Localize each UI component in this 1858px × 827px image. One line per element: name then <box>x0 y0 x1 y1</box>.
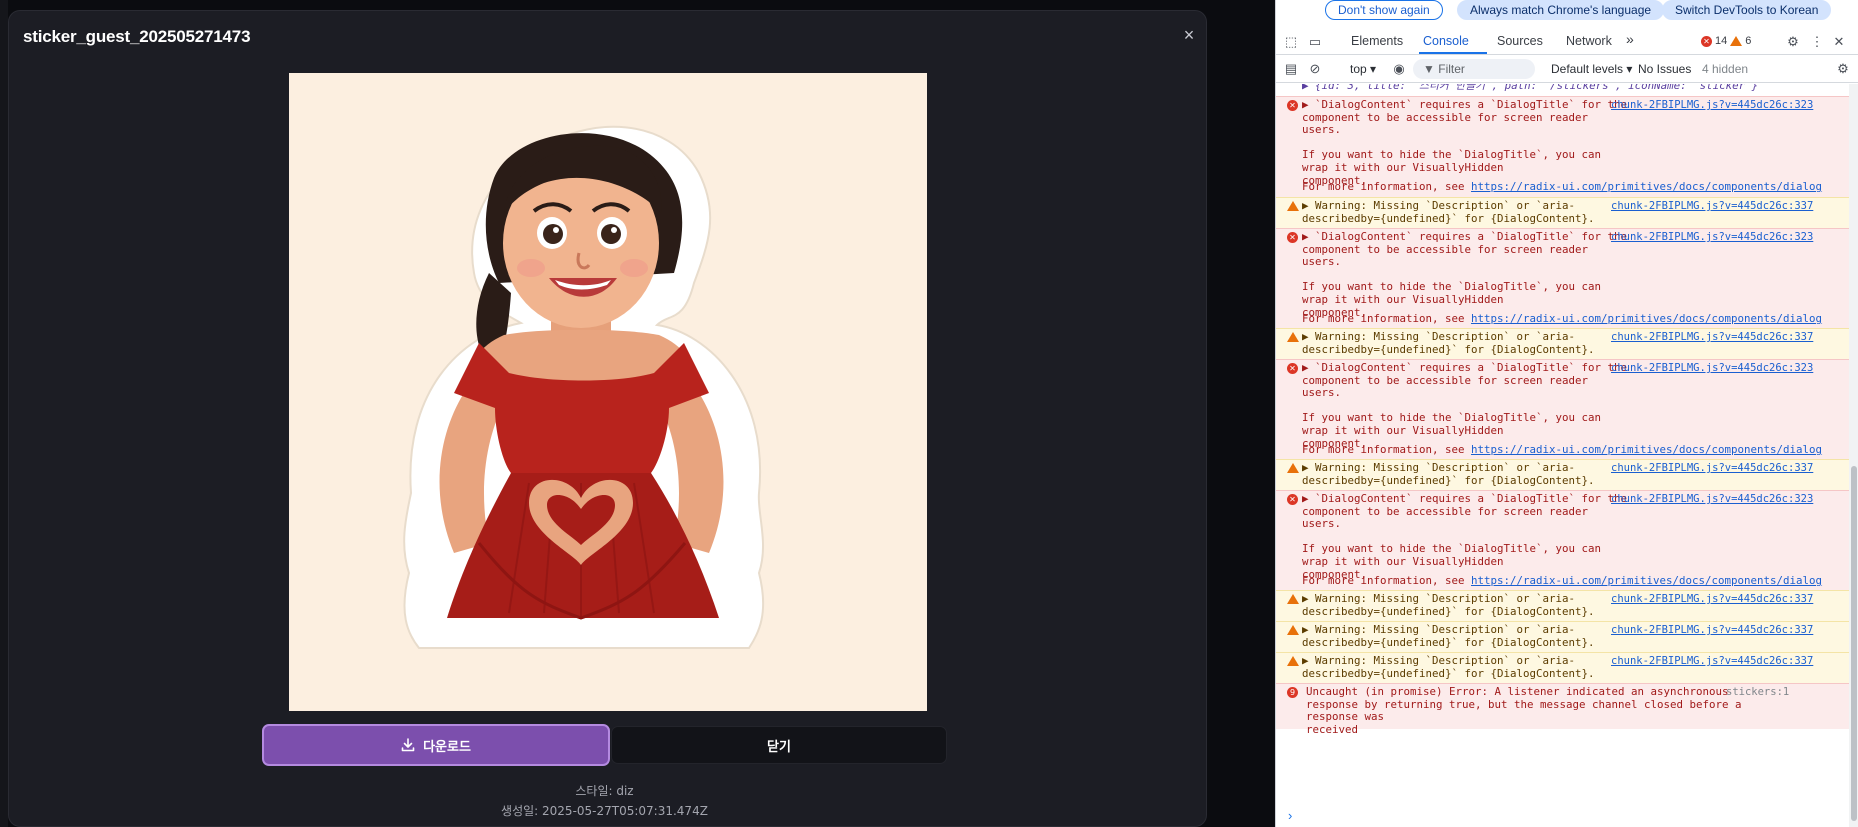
docs-link[interactable]: https://radix-ui.com/primitives/docs/com… <box>1471 312 1822 325</box>
always-match-language-button[interactable]: Always match Chrome's language <box>1457 0 1665 20</box>
warning-icon <box>1287 625 1299 635</box>
sidebar-toggle-icon[interactable]: ▤ <box>1282 60 1300 78</box>
docs-link[interactable]: https://radix-ui.com/primitives/docs/com… <box>1471 443 1822 456</box>
download-label: 다운로드 <box>423 738 471 754</box>
warning-icon <box>1287 201 1299 211</box>
active-tab-indicator <box>1419 52 1487 54</box>
console-warning[interactable]: ▶ Warning: Missing `Description` or `ari… <box>1276 590 1849 621</box>
download-icon <box>401 738 415 752</box>
settings-gear-icon[interactable]: ⚙ <box>1784 33 1802 51</box>
source-link[interactable]: chunk-2FBIPLMG.js?v=445dc26c:323 <box>1611 493 1813 506</box>
tab-network[interactable]: Network <box>1566 34 1612 48</box>
warning-count: 6 <box>1745 35 1752 47</box>
console-prompt[interactable]: › <box>1288 808 1292 823</box>
console-warning[interactable]: ▶ Warning: Missing `Description` or `ari… <box>1276 197 1849 228</box>
log-levels-dropdown[interactable]: Default levels ▾ <box>1551 62 1632 76</box>
sticker-image <box>289 73 927 711</box>
source-link[interactable]: chunk-2FBIPLMG.js?v=445dc26c:323 <box>1611 231 1813 244</box>
source-link[interactable]: chunk-2FBIPLMG.js?v=445dc26c:337 <box>1611 462 1813 475</box>
filter-input[interactable]: ▼ Filter <box>1413 59 1535 79</box>
console-messages: ▶ {id: 3, title: '스티커 만들기', path: '/stic… <box>1276 84 1849 827</box>
dialog-title: sticker_guest_202505271473 <box>23 27 251 46</box>
error-icon: ✕ <box>1287 494 1298 505</box>
clear-console-icon[interactable]: ⊘ <box>1306 60 1324 78</box>
console-error[interactable]: ✕ ▶ `DialogContent` requires a `DialogTi… <box>1276 228 1849 328</box>
source-link[interactable]: chunk-2FBIPLMG.js?v=445dc26c:337 <box>1611 593 1813 606</box>
issues-status[interactable]: No Issues <box>1638 62 1691 76</box>
more-tabs-icon[interactable]: » <box>1626 31 1634 47</box>
console-warning[interactable]: ▶ Warning: Missing `Description` or `ari… <box>1276 621 1849 652</box>
page-edge-strip <box>0 0 8 827</box>
source-link[interactable]: chunk-2FBIPLMG.js?v=445dc26c:323 <box>1611 99 1813 112</box>
source-link[interactable]: chunk-2FBIPLMG.js?v=445dc26c:337 <box>1611 655 1813 668</box>
more-options-icon[interactable]: ⋮ <box>1808 33 1826 51</box>
docs-link[interactable]: https://radix-ui.com/primitives/docs/com… <box>1471 180 1822 193</box>
source-link[interactable]: stickers:1 <box>1726 686 1789 699</box>
source-link[interactable]: chunk-2FBIPLMG.js?v=445dc26c:337 <box>1611 200 1813 213</box>
warning-icon <box>1287 332 1299 342</box>
created-date: 생성일: 2025-05-27T05:07:31.474Z <box>501 804 708 818</box>
context-selector[interactable]: top ▾ <box>1350 62 1376 76</box>
dont-show-again-button[interactable]: Don't show again <box>1325 0 1443 20</box>
console-warning[interactable]: ▶ Warning: Missing `Description` or `ari… <box>1276 459 1849 490</box>
tab-sources[interactable]: Sources <box>1497 34 1543 48</box>
error-icon: ✕ <box>1287 232 1298 243</box>
console-scrollbar-thumb[interactable] <box>1851 466 1857 821</box>
warning-icon <box>1287 463 1299 473</box>
warning-icon <box>1287 594 1299 604</box>
error-icon: ✕ <box>1287 363 1298 374</box>
style-info: 스타일: diz <box>575 784 634 798</box>
switch-to-korean-button[interactable]: Switch DevTools to Korean <box>1662 0 1832 20</box>
warning-count-icon <box>1730 36 1743 46</box>
error-count: 14 <box>1715 35 1728 47</box>
console-settings-icon[interactable]: ⚙ <box>1834 60 1852 78</box>
console-warning[interactable]: ▶ Warning: Missing `Description` or `ari… <box>1276 652 1849 683</box>
console-uncaught-error[interactable]: 9 Uncaught (in promise) Error: A listene… <box>1276 683 1849 736</box>
source-link[interactable]: chunk-2FBIPLMG.js?v=445dc26c:337 <box>1611 331 1813 344</box>
hidden-messages-count: 4 hidden <box>1702 62 1749 76</box>
filter-icon: ▼ <box>1423 62 1435 76</box>
console-log-object[interactable]: ▶ {id: 3, title: '스티커 만들기', path: '/stic… <box>1276 84 1849 96</box>
console-error[interactable]: ✕ ▶ `DialogContent` requires a `DialogTi… <box>1276 96 1849 197</box>
tab-console[interactable]: Console <box>1423 34 1469 48</box>
console-warning[interactable]: ▶ Warning: Missing `Description` or `ari… <box>1276 328 1849 359</box>
close-icon[interactable]: × <box>1177 23 1201 47</box>
inspect-element-icon[interactable]: ⬚ <box>1282 33 1300 51</box>
close-devtools-icon[interactable]: ✕ <box>1830 33 1848 51</box>
console-toolbar: ▤ ⊘ top ▾ ◉ ▼ Filter Default levels ▾ No… <box>1276 56 1858 83</box>
docs-link[interactable]: https://radix-ui.com/primitives/docs/com… <box>1471 574 1822 587</box>
devtools-tab-bar: ⬚ ▭ Elements Console Sources Network » ✕… <box>1276 29 1858 55</box>
language-infobar: Don't show again Always match Chrome's l… <box>1276 0 1858 24</box>
close-button[interactable]: 닫기 <box>611 726 947 764</box>
devtools-panel: Don't show again Always match Chrome's l… <box>1275 0 1858 827</box>
device-toolbar-icon[interactable]: ▭ <box>1306 33 1324 51</box>
sticker-dialog: sticker_guest_202505271473 × 다운로드 닫기 스타일… <box>8 10 1207 827</box>
issue-counters[interactable]: ✕ 14 6 <box>1701 35 1751 47</box>
warning-icon <box>1287 656 1299 666</box>
console-error[interactable]: ✕ ▶ `DialogContent` requires a `DialogTi… <box>1276 359 1849 459</box>
download-button[interactable]: 다운로드 <box>262 724 610 766</box>
error-repeat-count: 9 <box>1287 687 1298 698</box>
tab-elements[interactable]: Elements <box>1351 34 1403 48</box>
live-expression-eye-icon[interactable]: ◉ <box>1390 60 1408 78</box>
source-link[interactable]: chunk-2FBIPLMG.js?v=445dc26c:337 <box>1611 624 1813 637</box>
source-link[interactable]: chunk-2FBIPLMG.js?v=445dc26c:323 <box>1611 362 1813 375</box>
console-error[interactable]: ✕ ▶ `DialogContent` requires a `DialogTi… <box>1276 490 1849 590</box>
filter-placeholder: Filter <box>1438 62 1465 76</box>
error-count-icon: ✕ <box>1701 35 1712 47</box>
error-icon: ✕ <box>1287 100 1298 111</box>
